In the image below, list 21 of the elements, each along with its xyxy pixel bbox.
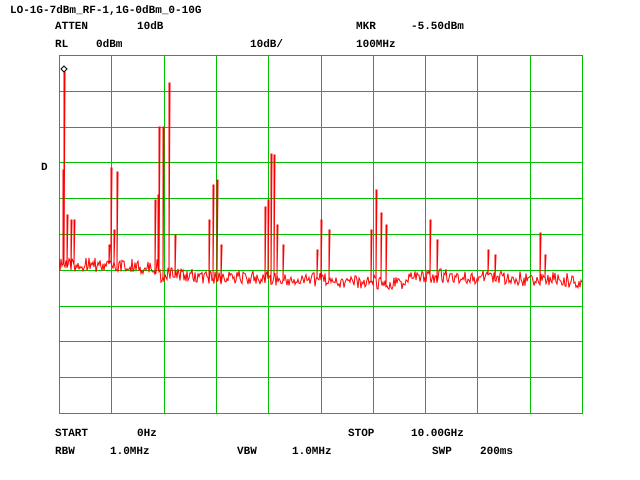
setting-label: RBW [55,446,76,458]
setting-label: START [55,428,90,440]
setting-label: STOP [348,428,376,440]
setting-label: 10dB/ [250,39,284,51]
setting-label: MKR [356,21,377,33]
setting-label: SWP [432,446,453,458]
detector-label: D [40,161,49,174]
setting-value: 200ms [480,446,514,458]
trace-title: LO-1G-7dBm_RF-1,1G-0dBm_0-10G [9,4,202,18]
setting-label: ATTEN [55,21,90,33]
setting-value: 100MHz [356,39,396,51]
setting-value: -5.50dBm [411,21,464,33]
setting-value: 1.0MHz [110,446,151,458]
setting-value: 0Hz [137,428,158,440]
setting-value: 1.0MHz [292,446,333,458]
setting-value: 10dB [137,21,164,33]
setting-value: 0dBm [96,39,124,51]
marker-icon [60,65,68,73]
setting-value: 10.00GHz [411,428,464,440]
setting-label: VBW [237,446,258,458]
setting-label: RL [55,39,70,51]
